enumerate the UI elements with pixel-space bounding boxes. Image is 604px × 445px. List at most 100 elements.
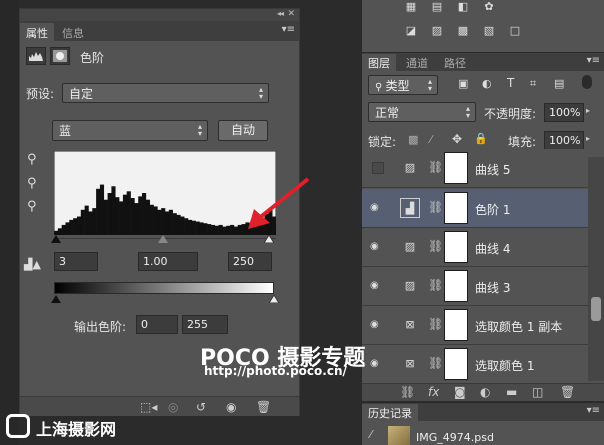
- chain-link-icon[interactable]: ⛓: [428, 160, 443, 174]
- panel-menu-icon[interactable]: ▾≡: [282, 24, 295, 35]
- filter-shape-icon[interactable]: ⌗: [530, 77, 536, 91]
- adjust-icon-f[interactable]: ▨: [426, 24, 448, 40]
- layers-menu-icon[interactable]: ▾≡: [587, 55, 600, 66]
- view-previous-icon[interactable]: ◎: [168, 400, 178, 414]
- tab-history[interactable]: 历史记录: [362, 404, 418, 421]
- chain-link-icon[interactable]: ⛓: [428, 200, 443, 214]
- layer-style-icon[interactable]: fx: [428, 385, 439, 399]
- filter-type-icon[interactable]: T: [507, 76, 514, 90]
- adjust-icon-h[interactable]: ▧: [478, 24, 500, 40]
- tab-layers[interactable]: 图层: [362, 54, 396, 71]
- history-brush-icon[interactable]: ⁄: [370, 428, 372, 441]
- output-black-slider-icon[interactable]: [51, 295, 61, 303]
- tab-properties[interactable]: 属性: [20, 23, 54, 41]
- reset-icon[interactable]: ↺: [196, 400, 206, 414]
- lock-all-icon[interactable]: 🔒: [474, 132, 488, 145]
- filter-adjust-icon[interactable]: ◐: [482, 77, 492, 90]
- chain-link-icon[interactable]: ⛓: [428, 356, 443, 370]
- histogram-bar: [84, 205, 89, 235]
- layer-row[interactable]: ◉ ⊠ ⛓ 选取颜色 1 副本: [362, 306, 588, 345]
- mask-icon[interactable]: [50, 47, 70, 65]
- visibility-eye-icon[interactable]: ◉: [226, 400, 236, 414]
- tab-info[interactable]: 信息: [56, 23, 90, 41]
- eye-icon[interactable]: ◉: [370, 241, 384, 253]
- layer-row[interactable]: ▨ ⛓ 曲线 5: [362, 149, 588, 188]
- collapse-icon[interactable]: ◂◂: [277, 9, 284, 18]
- history-snapshot-name[interactable]: IMG_4974.psd: [416, 431, 494, 444]
- layer-row-selected[interactable]: ◉ ▟ ⛓ 色阶 1: [362, 189, 588, 228]
- new-adjustment-icon[interactable]: ◐: [480, 385, 490, 399]
- histogram-bar: [107, 193, 112, 235]
- input-white-field[interactable]: 250: [228, 252, 272, 271]
- chain-link-icon[interactable]: ⛓: [428, 239, 443, 253]
- gray-eyedropper-icon[interactable]: ⚲: [27, 176, 37, 191]
- blend-mode-dropdown[interactable]: 正常 ▴ ▾: [368, 102, 476, 122]
- tab-paths[interactable]: 路径: [438, 54, 472, 71]
- lock-transparent-icon[interactable]: ▩: [408, 133, 418, 146]
- filter-toggle[interactable]: [582, 75, 592, 89]
- layer-mask-thumbnail[interactable]: [444, 192, 468, 224]
- close-icon[interactable]: ✕: [287, 9, 295, 19]
- eye-icon[interactable]: ◉: [370, 280, 384, 292]
- history-menu-icon[interactable]: ▾≡: [587, 405, 600, 416]
- lock-move-icon[interactable]: ✥: [452, 132, 462, 146]
- trash-icon[interactable]: 🗑: [560, 385, 575, 399]
- histogram-bar: [134, 203, 139, 235]
- new-group-icon[interactable]: ▬: [506, 385, 517, 399]
- link-layers-icon[interactable]: ⛓: [400, 385, 415, 399]
- input-black-slider-icon[interactable]: [51, 235, 61, 243]
- fill-arrow-icon[interactable]: ▸: [586, 134, 590, 143]
- add-mask-icon[interactable]: ◙: [454, 385, 466, 399]
- filter-pixel-icon[interactable]: ▣: [458, 77, 468, 90]
- layer-mask-thumbnail[interactable]: [444, 348, 468, 380]
- new-layer-icon[interactable]: ◫: [532, 385, 543, 399]
- auto-button[interactable]: 自动: [218, 120, 268, 141]
- layer-row[interactable]: ◉ ▨ ⛓ 曲线 3: [362, 267, 588, 306]
- scrollbar-thumb[interactable]: [591, 297, 601, 321]
- opacity-field[interactable]: 100%: [544, 103, 584, 122]
- opacity-arrow-icon[interactable]: ▸: [586, 106, 590, 115]
- input-white-slider-icon[interactable]: [264, 235, 274, 243]
- layer-filter-dropdown[interactable]: ⚲ 类型 ▴ ▾: [368, 75, 438, 95]
- layer-mask-thumbnail[interactable]: [444, 152, 468, 184]
- output-white-slider-icon[interactable]: [269, 295, 279, 303]
- adjust-icon-e[interactable]: ◪: [400, 24, 422, 40]
- layer-mask-thumbnail[interactable]: [444, 309, 468, 341]
- adjust-icon-a[interactable]: ▦: [400, 0, 422, 16]
- input-gamma-field[interactable]: 1.00: [138, 252, 198, 271]
- input-gamma-slider-icon[interactable]: [158, 235, 168, 243]
- lock-brush-icon[interactable]: ⁄: [430, 133, 432, 146]
- layer-row[interactable]: ◉ ▨ ⛓ 曲线 4: [362, 228, 588, 267]
- layers-scrollbar[interactable]: [588, 157, 604, 381]
- channel-dropdown[interactable]: 蓝 ▴ ▾: [52, 120, 208, 141]
- levels-adjustment-icon[interactable]: [26, 47, 46, 65]
- histogram-bar: [165, 211, 170, 235]
- layer-row[interactable]: ◉ ⊠ ⛓ 选取颜色 1: [362, 345, 588, 384]
- black-eyedropper-icon[interactable]: ⚲: [27, 152, 37, 167]
- chain-link-icon[interactable]: ⛓: [428, 278, 443, 292]
- output-white-field[interactable]: 255: [182, 315, 228, 334]
- eye-icon[interactable]: ◉: [370, 319, 384, 331]
- layer-mask-thumbnail[interactable]: [444, 231, 468, 263]
- output-black-field[interactable]: 0: [136, 315, 178, 334]
- visibility-toggle-off[interactable]: [372, 162, 384, 174]
- input-black-field[interactable]: 3: [54, 252, 98, 271]
- adjust-icon-d[interactable]: ✿: [478, 0, 500, 16]
- fill-field[interactable]: 100%: [544, 131, 584, 150]
- adjust-icon-c[interactable]: ◧: [452, 0, 474, 16]
- layer-mask-thumbnail[interactable]: [444, 270, 468, 302]
- preset-dropdown[interactable]: 自定 ▴ ▾: [62, 83, 269, 103]
- adjust-icon-g[interactable]: ▩: [452, 24, 474, 40]
- eye-icon[interactable]: ◉: [370, 358, 384, 370]
- chain-link-icon[interactable]: ⛓: [428, 317, 443, 331]
- white-eyedropper-icon[interactable]: ⚲: [27, 199, 37, 214]
- adjust-icon-b[interactable]: ▤: [426, 0, 448, 16]
- eye-icon[interactable]: ◉: [370, 202, 384, 214]
- clip-to-layer-icon[interactable]: ⬚◂: [140, 400, 157, 414]
- filter-smart-icon[interactable]: ▤: [554, 77, 564, 90]
- histogram-bar: [195, 221, 200, 235]
- histogram-bar: [172, 213, 177, 235]
- adjust-icon-i[interactable]: □: [504, 24, 526, 40]
- tab-channels[interactable]: 通道: [400, 54, 434, 71]
- trash-icon[interactable]: 🗑: [256, 400, 271, 414]
